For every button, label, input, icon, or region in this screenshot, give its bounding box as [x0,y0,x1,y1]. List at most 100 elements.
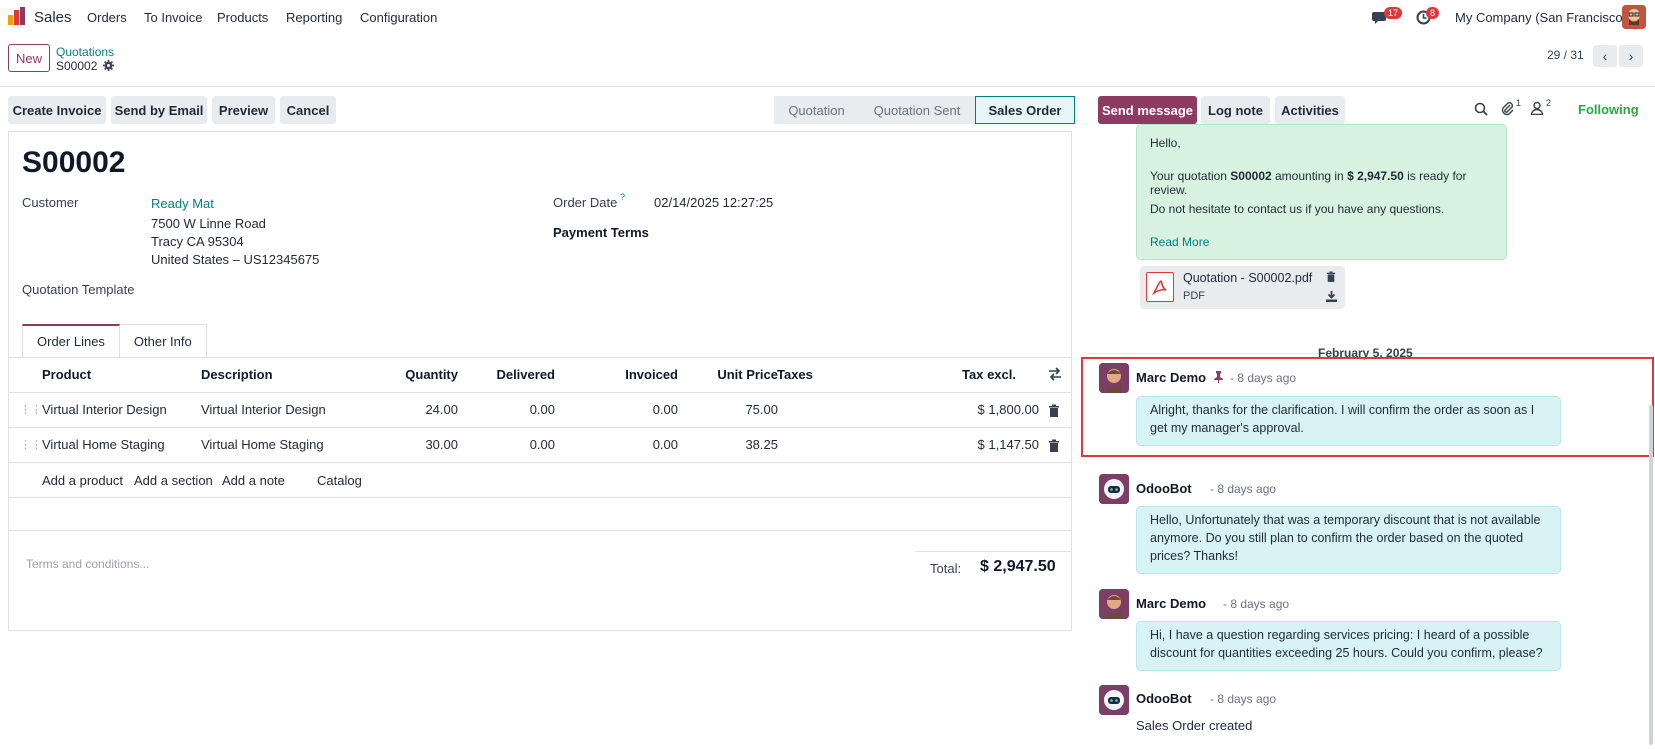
preview-button[interactable]: Preview [212,96,275,124]
col-tax-excl[interactable]: Tax excl. [908,367,1016,382]
send-message-button[interactable]: Send message [1098,96,1197,124]
breadcrumb-current: S00002 [56,59,98,73]
menu-orders[interactable]: Orders [87,10,127,25]
chevron-left-icon: ‹ [1602,48,1608,64]
row-delivered[interactable]: 0.00 [448,437,555,452]
row-unit-price[interactable]: 38.25 [678,437,778,452]
optional-columns-toggle-icon[interactable] [1048,367,1062,384]
pager-next-button[interactable]: › [1619,45,1643,67]
stage-sales-order[interactable]: Sales Order [975,96,1075,124]
terms-conditions-input[interactable]: Terms and conditions... [26,557,149,571]
drag-handle-icon[interactable]: ⋮⋮ [20,403,42,416]
followers-icon[interactable] [1530,101,1544,118]
download-icon[interactable] [1326,291,1337,302]
row-unit-price[interactable]: 75.00 [678,402,778,417]
add-note-link[interactable]: Add a note [222,473,285,488]
menu-products[interactable]: Products [217,10,268,25]
add-product-link[interactable]: Add a product [42,473,123,488]
col-description[interactable]: Description [201,367,273,382]
tab-other-info[interactable]: Other Info [119,324,207,357]
tab-order-lines[interactable]: Order Lines [22,324,120,357]
message-author[interactable]: Marc Demo [1136,596,1206,611]
avatar[interactable] [1099,363,1129,393]
avatar[interactable] [1099,685,1129,715]
message-time: - 8 days ago [1210,482,1277,496]
address-line-3: United States – US12345675 [151,252,320,267]
create-invoice-button[interactable]: Create Invoice [8,96,106,124]
catalog-link[interactable]: Catalog [317,473,362,488]
sales-app-logo-icon[interactable] [8,7,26,25]
col-invoiced[interactable]: Invoiced [568,367,678,382]
message-author[interactable]: Marc Demo [1136,370,1206,385]
attachment-type: PDF [1183,290,1205,302]
col-quantity[interactable]: Quantity [348,367,458,382]
row-quantity[interactable]: 24.00 [348,402,458,417]
stage-quotation-sent[interactable]: Quotation Sent [859,96,975,124]
col-unit-price[interactable]: Unit Price [678,367,778,382]
chatter-scrollbar[interactable] [1649,405,1653,745]
add-section-link[interactable]: Add a section [134,473,213,488]
row-subtotal: $ 1,800.00 [977,402,1039,417]
message-time: - 8 days ago [1210,692,1277,706]
cancel-button[interactable]: Cancel [280,96,336,124]
user-avatar[interactable] [1622,5,1646,29]
order-date-value[interactable]: 02/14/2025 12:27:25 [654,195,773,210]
message-bubble: Hello, Unfortunately that was a temporar… [1136,506,1561,574]
customer-link[interactable]: Ready Mat [151,196,214,211]
following-toggle[interactable]: Following [1578,102,1639,117]
drag-handle-icon[interactable]: ⋮⋮ [20,438,42,451]
breadcrumb-quotations[interactable]: Quotations [56,45,114,59]
menu-to-invoice[interactable]: To Invoice [144,10,203,25]
attachment-name: Quotation - S00002.pdf [1183,271,1313,285]
trash-icon[interactable] [1326,271,1336,282]
avatar[interactable] [1099,474,1129,504]
log-note-button[interactable]: Log note [1201,96,1270,124]
trash-icon[interactable] [1048,404,1060,417]
chevron-right-icon: › [1628,48,1634,64]
order-date-label: Order Date [553,195,618,210]
attachment-card[interactable]: Quotation - S00002.pdf PDF [1140,266,1345,309]
total-divider [915,551,1072,552]
menu-configuration[interactable]: Configuration [360,10,437,25]
avatar[interactable] [1099,589,1129,619]
paperclip-icon[interactable] [1500,101,1514,119]
row-product[interactable]: Virtual Interior Design [42,402,167,417]
row-description[interactable]: Virtual Interior Design [201,402,326,417]
message-body: Sales Order created [1136,718,1253,733]
pager-value[interactable]: 29 / 31 [1547,48,1584,62]
gear-icon[interactable] [103,59,114,74]
company-switcher[interactable]: My Company (San Francisco) [1455,10,1627,25]
activities-badge: 8 [1426,7,1440,19]
menu-reporting[interactable]: Reporting [286,10,342,25]
address-line-2: Tracy CA 95304 [151,234,244,249]
message-bubble: Alright, thanks for the clarification. I… [1136,396,1561,446]
row-quantity[interactable]: 30.00 [348,437,458,452]
page-title: S00002 [22,146,126,179]
trash-icon[interactable] [1048,439,1060,452]
attachments-count: 1 [1516,98,1522,108]
messages-badge: 17 [1384,7,1403,19]
message-author[interactable]: OdooBot [1136,481,1192,496]
message-author[interactable]: OdooBot [1136,691,1192,706]
pager-previous-button[interactable]: ‹ [1593,45,1617,67]
read-more-link[interactable]: Read More [1150,235,1209,249]
stage-quotation[interactable]: Quotation [774,96,859,124]
table-row[interactable]: ⋮⋮ Virtual Home Staging Virtual Home Sta… [8,428,1072,463]
send-by-email-button[interactable]: Send by Email [111,96,207,124]
pin-icon[interactable] [1213,371,1224,386]
row-delivered[interactable]: 0.00 [448,402,555,417]
col-product[interactable]: Product [42,367,91,382]
row-invoiced: 0.00 [652,437,678,452]
order-date-help-icon[interactable]: ? [620,192,625,202]
new-button[interactable]: New [8,44,50,72]
col-taxes[interactable]: Taxes [777,367,813,382]
table-row[interactable]: ⋮⋮ Virtual Interior Design Virtual Inter… [8,393,1072,428]
table-header-row: Product Description Quantity Delivered I… [8,357,1072,393]
col-delivered[interactable]: Delivered [448,367,555,382]
app-name[interactable]: Sales [34,9,72,26]
total-value: $ 2,947.50 [980,558,1056,575]
row-description[interactable]: Virtual Home Staging [201,437,324,452]
search-icon[interactable] [1474,102,1488,119]
row-product[interactable]: Virtual Home Staging [42,437,165,452]
activities-button[interactable]: Activities [1275,96,1345,124]
